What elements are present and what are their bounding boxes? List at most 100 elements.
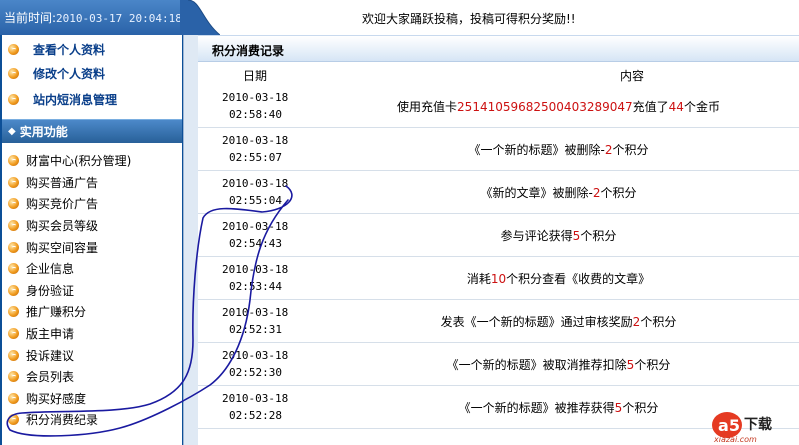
bullet-icon <box>8 176 19 188</box>
sidebar-item-buy-member-level[interactable]: 购买会员等级 <box>8 215 178 237</box>
row-content: 参与评论获得5个积分 <box>318 227 799 244</box>
row-date-time: 02:52:28 <box>229 409 282 422</box>
row-date-time: 02:58:40 <box>229 108 282 121</box>
sidebar-item-label: 版主申请 <box>26 327 75 342</box>
row-date-time: 02:53:44 <box>229 280 282 293</box>
sidebar-item-points-history[interactable]: 积分消费纪录 <box>8 409 178 431</box>
bullet-icon <box>8 284 19 296</box>
row-date-day: 2010-03-18 <box>222 349 289 362</box>
sidebar-item-identity-verify[interactable]: 身份验证 <box>8 280 178 302</box>
row-content: 消耗10个积分查看《收费的文章》 <box>318 270 799 287</box>
table-row: 2010-03-18 02:52:30 《一个新的标题》被取消推荐扣除5个积分 <box>198 343 799 386</box>
column-header-date: 日期 <box>243 69 268 83</box>
sidebar-item-label: 推广赚积分 <box>26 305 87 320</box>
sidebar-section-header: ◆ 实用功能 <box>2 119 182 143</box>
column-header-content: 内容 <box>620 69 645 83</box>
row-date-time: 02:52:30 <box>229 366 282 379</box>
bullet-icon <box>8 263 19 275</box>
row-content-text: 个积分 <box>640 315 677 329</box>
current-time: 当前时间:2010-03-17 20:04:18 <box>4 9 182 26</box>
sidebar-item-label: 投诉建议 <box>26 348 75 363</box>
sidebar-item-label: 修改个人资料 <box>33 66 106 81</box>
row-date-day: 2010-03-18 <box>222 306 289 319</box>
table-row: 2010-03-18 02:55:04 《新的文章》被删除-2个积分 <box>198 171 799 214</box>
watermark-domain: xiazai.com <box>714 435 757 444</box>
row-content-text: 《一个新的标题》被删除- <box>468 143 605 157</box>
row-date-time: 02:55:04 <box>229 194 282 207</box>
sidebar-item-label: 购买好感度 <box>26 391 87 406</box>
row-date: 2010-03-18 02:52:31 <box>222 304 288 338</box>
sidebar-scroll-edge <box>183 35 198 445</box>
row-content-text: 个积分 <box>634 358 671 372</box>
sidebar-item-messages[interactable]: 站内短消息管理 <box>8 89 117 109</box>
sidebar-tools-list: 财富中心(积分管理) 购买普通广告 购买竞价广告 购买会员等级 购买空间容量 企… <box>8 150 178 431</box>
sidebar-item-buy-bid-ad[interactable]: 购买竞价广告 <box>8 193 178 215</box>
sidebar-item-edit-profile[interactable]: 修改个人资料 <box>8 63 105 83</box>
current-time-box: 当前时间:2010-03-17 20:04:18 <box>0 0 188 35</box>
diamond-icon: ◆ <box>8 126 16 137</box>
sidebar-item-label: 会员列表 <box>26 370 75 385</box>
sidebar-item-label: 企业信息 <box>26 262 75 277</box>
bullet-icon <box>8 93 19 105</box>
row-date-day: 2010-03-18 <box>222 263 289 276</box>
row-content-text: 个积分 <box>622 401 659 415</box>
row-date-day: 2010-03-18 <box>222 91 289 104</box>
row-date-day: 2010-03-18 <box>222 392 289 405</box>
sidebar-section-title: 实用功能 <box>19 125 68 139</box>
table-row: 2010-03-18 02:52:28 《一个新的标题》被推荐获得5个积分 <box>198 386 799 429</box>
row-content: 《一个新的标题》被删除-2个积分 <box>318 141 799 158</box>
main-panel: 积分消费记录 日期 内容 2010-03-18 02:58:40 使用充值卡2514… <box>198 35 799 445</box>
page-title: 积分消费记录 <box>212 44 285 58</box>
sidebar-item-label: 购买普通广告 <box>26 175 99 190</box>
row-content-text: 《新的文章》被删除- <box>480 186 593 200</box>
row-content: 《一个新的标题》被取消推荐扣除5个积分 <box>318 356 799 373</box>
row-content: 发表《一个新的标题》通过审核奖励2个积分 <box>318 313 799 330</box>
sidebar-item-label: 身份验证 <box>26 283 75 298</box>
current-time-label: 当前时间: <box>4 11 57 25</box>
sidebar-item-moderator-apply[interactable]: 版主申请 <box>8 323 178 345</box>
sidebar-item-label: 购买会员等级 <box>26 219 99 234</box>
sidebar: 查看个人资料 修改个人资料 站内短消息管理 ◆ 实用功能 财富中心(积分管理) … <box>0 35 198 445</box>
row-date: 2010-03-18 02:55:04 <box>222 175 288 209</box>
bullet-icon <box>8 414 19 426</box>
row-content-text: 消耗 <box>466 272 491 286</box>
row-date: 2010-03-18 02:55:07 <box>222 132 288 166</box>
row-content-value: 25141059682500403289047 <box>457 100 633 114</box>
sidebar-item-buy-normal-ad[interactable]: 购买普通广告 <box>8 172 178 194</box>
sidebar-item-complaint[interactable]: 投诉建议 <box>8 344 178 366</box>
sidebar-item-label: 查看个人资料 <box>33 42 106 57</box>
row-date-day: 2010-03-18 <box>222 134 289 147</box>
row-content-text: 个积分查看《收费的文章》 <box>506 272 651 286</box>
bullet-icon <box>8 198 19 210</box>
bullet-icon <box>8 392 19 404</box>
bullet-icon <box>8 43 19 55</box>
sidebar-item-company-info[interactable]: 企业信息 <box>8 258 178 280</box>
sidebar-item-member-list[interactable]: 会员列表 <box>8 366 178 388</box>
top-bar: 当前时间:2010-03-17 20:04:18 欢迎大家踊跃投稿，投稿可得积分… <box>0 0 799 35</box>
row-content-text: 充值了 <box>632 100 669 114</box>
row-content: 使用充值卡25141059682500403289047充值了44个金币 <box>318 98 799 115</box>
row-content-value: 44 <box>668 100 684 114</box>
bullet-icon <box>8 306 19 318</box>
sidebar-item-wealth-center[interactable]: 财富中心(积分管理) <box>8 150 178 172</box>
current-time-value: 2010-03-17 20:04:18 <box>56 12 182 25</box>
points-table: 2010-03-18 02:58:40 使用充值卡25141059682500403… <box>198 85 799 429</box>
row-date-day: 2010-03-18 <box>222 220 289 233</box>
row-content-text: 使用充值卡 <box>397 100 458 114</box>
table-header: 日期 内容 <box>198 63 799 85</box>
row-content-value: 10 <box>490 272 507 286</box>
sidebar-item-promote-earn[interactable]: 推广赚积分 <box>8 301 178 323</box>
sidebar-item-buy-space[interactable]: 购买空间容量 <box>8 236 178 258</box>
bullet-icon <box>8 220 19 232</box>
row-date: 2010-03-18 02:58:40 <box>222 89 288 123</box>
sidebar-item-view-profile[interactable]: 查看个人资料 <box>8 39 105 59</box>
bullet-icon <box>8 67 19 79</box>
sidebar-item-label: 购买空间容量 <box>26 240 99 255</box>
row-content-text: 《一个新的标题》被推荐获得 <box>458 401 615 415</box>
panel-header: 积分消费记录 <box>198 35 799 62</box>
sidebar-item-buy-favor[interactable]: 购买好感度 <box>8 388 178 410</box>
sidebar-item-label: 财富中心(积分管理) <box>26 154 132 169</box>
row-content-text: 参与评论获得 <box>500 229 573 243</box>
sidebar-item-label: 购买竞价广告 <box>26 197 99 212</box>
row-date-day: 2010-03-18 <box>222 177 289 190</box>
